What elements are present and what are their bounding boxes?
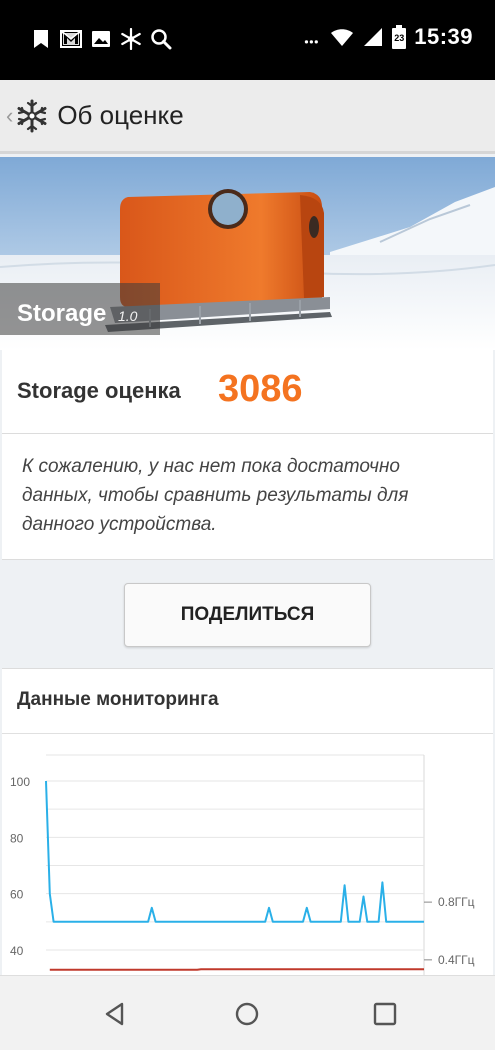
chart-series-line-1	[45, 780, 424, 923]
benchmark-banner: Storage 1.0	[0, 157, 495, 350]
chart-series-line-2	[49, 968, 424, 971]
benchmark-version: 1.0	[118, 308, 138, 324]
recents-square-icon[interactable]	[371, 1000, 399, 1028]
monitoring-title: Данные мониторинга	[17, 689, 219, 710]
score-value: 3086	[218, 368, 303, 410]
comparison-note: К сожалению, у нас нет пока достаточно д…	[22, 456, 409, 535]
chart-right-tick-label: 0.4ГГц	[438, 953, 475, 967]
monitoring-card: Данные мониторинга 100 80 60 40 0.8ГГц 0.4ГГц	[2, 668, 493, 989]
comparison-note-card: К сожалению, у нас нет пока достаточно д…	[2, 434, 493, 560]
chart-left-tick-label: 40	[10, 944, 24, 958]
home-circle-icon[interactable]	[233, 1000, 261, 1028]
share-button[interactable]: ПОДЕЛИТЬСЯ	[124, 583, 371, 647]
action-bar: ‹ Об оценке	[0, 80, 495, 154]
chart-right-tick-label: 0.8ГГц	[438, 895, 475, 909]
chart-left-tick-label: 100	[10, 775, 30, 789]
search-icon	[151, 29, 172, 50]
chart-left-tick-label: 80	[10, 831, 24, 845]
score-label: Storage оценка	[17, 378, 181, 403]
more-dots-icon	[305, 40, 319, 44]
score-card: Storage оценка 3086	[2, 350, 493, 434]
snowflake-app-icon[interactable]	[15, 99, 49, 133]
snowflake-icon	[121, 28, 141, 50]
wifi-icon	[331, 29, 354, 46]
battery-icon: 23	[392, 25, 407, 49]
gmail-icon	[60, 30, 82, 48]
system-icons: 23 15:39	[304, 24, 473, 50]
monitoring-chart: 100 80 60 40 0.8ГГц 0.4ГГц	[10, 754, 475, 989]
bookmark-icon	[34, 30, 48, 48]
back-triangle-icon[interactable]	[101, 1000, 129, 1028]
image-icon	[92, 31, 110, 47]
notification-icons	[30, 28, 172, 50]
status-bar: 23 15:39	[0, 0, 495, 80]
page-title: Об оценке	[57, 100, 184, 130]
chart-left-tick-label: 60	[10, 888, 24, 902]
back-chevron-icon[interactable]: ‹	[6, 103, 13, 129]
navigation-bar	[0, 975, 495, 1050]
benchmark-name: Storage	[17, 300, 107, 327]
divider	[2, 733, 493, 734]
clock: 15:39	[414, 24, 473, 49]
battery-level: 23	[394, 33, 405, 43]
signal-icon	[364, 28, 383, 46]
